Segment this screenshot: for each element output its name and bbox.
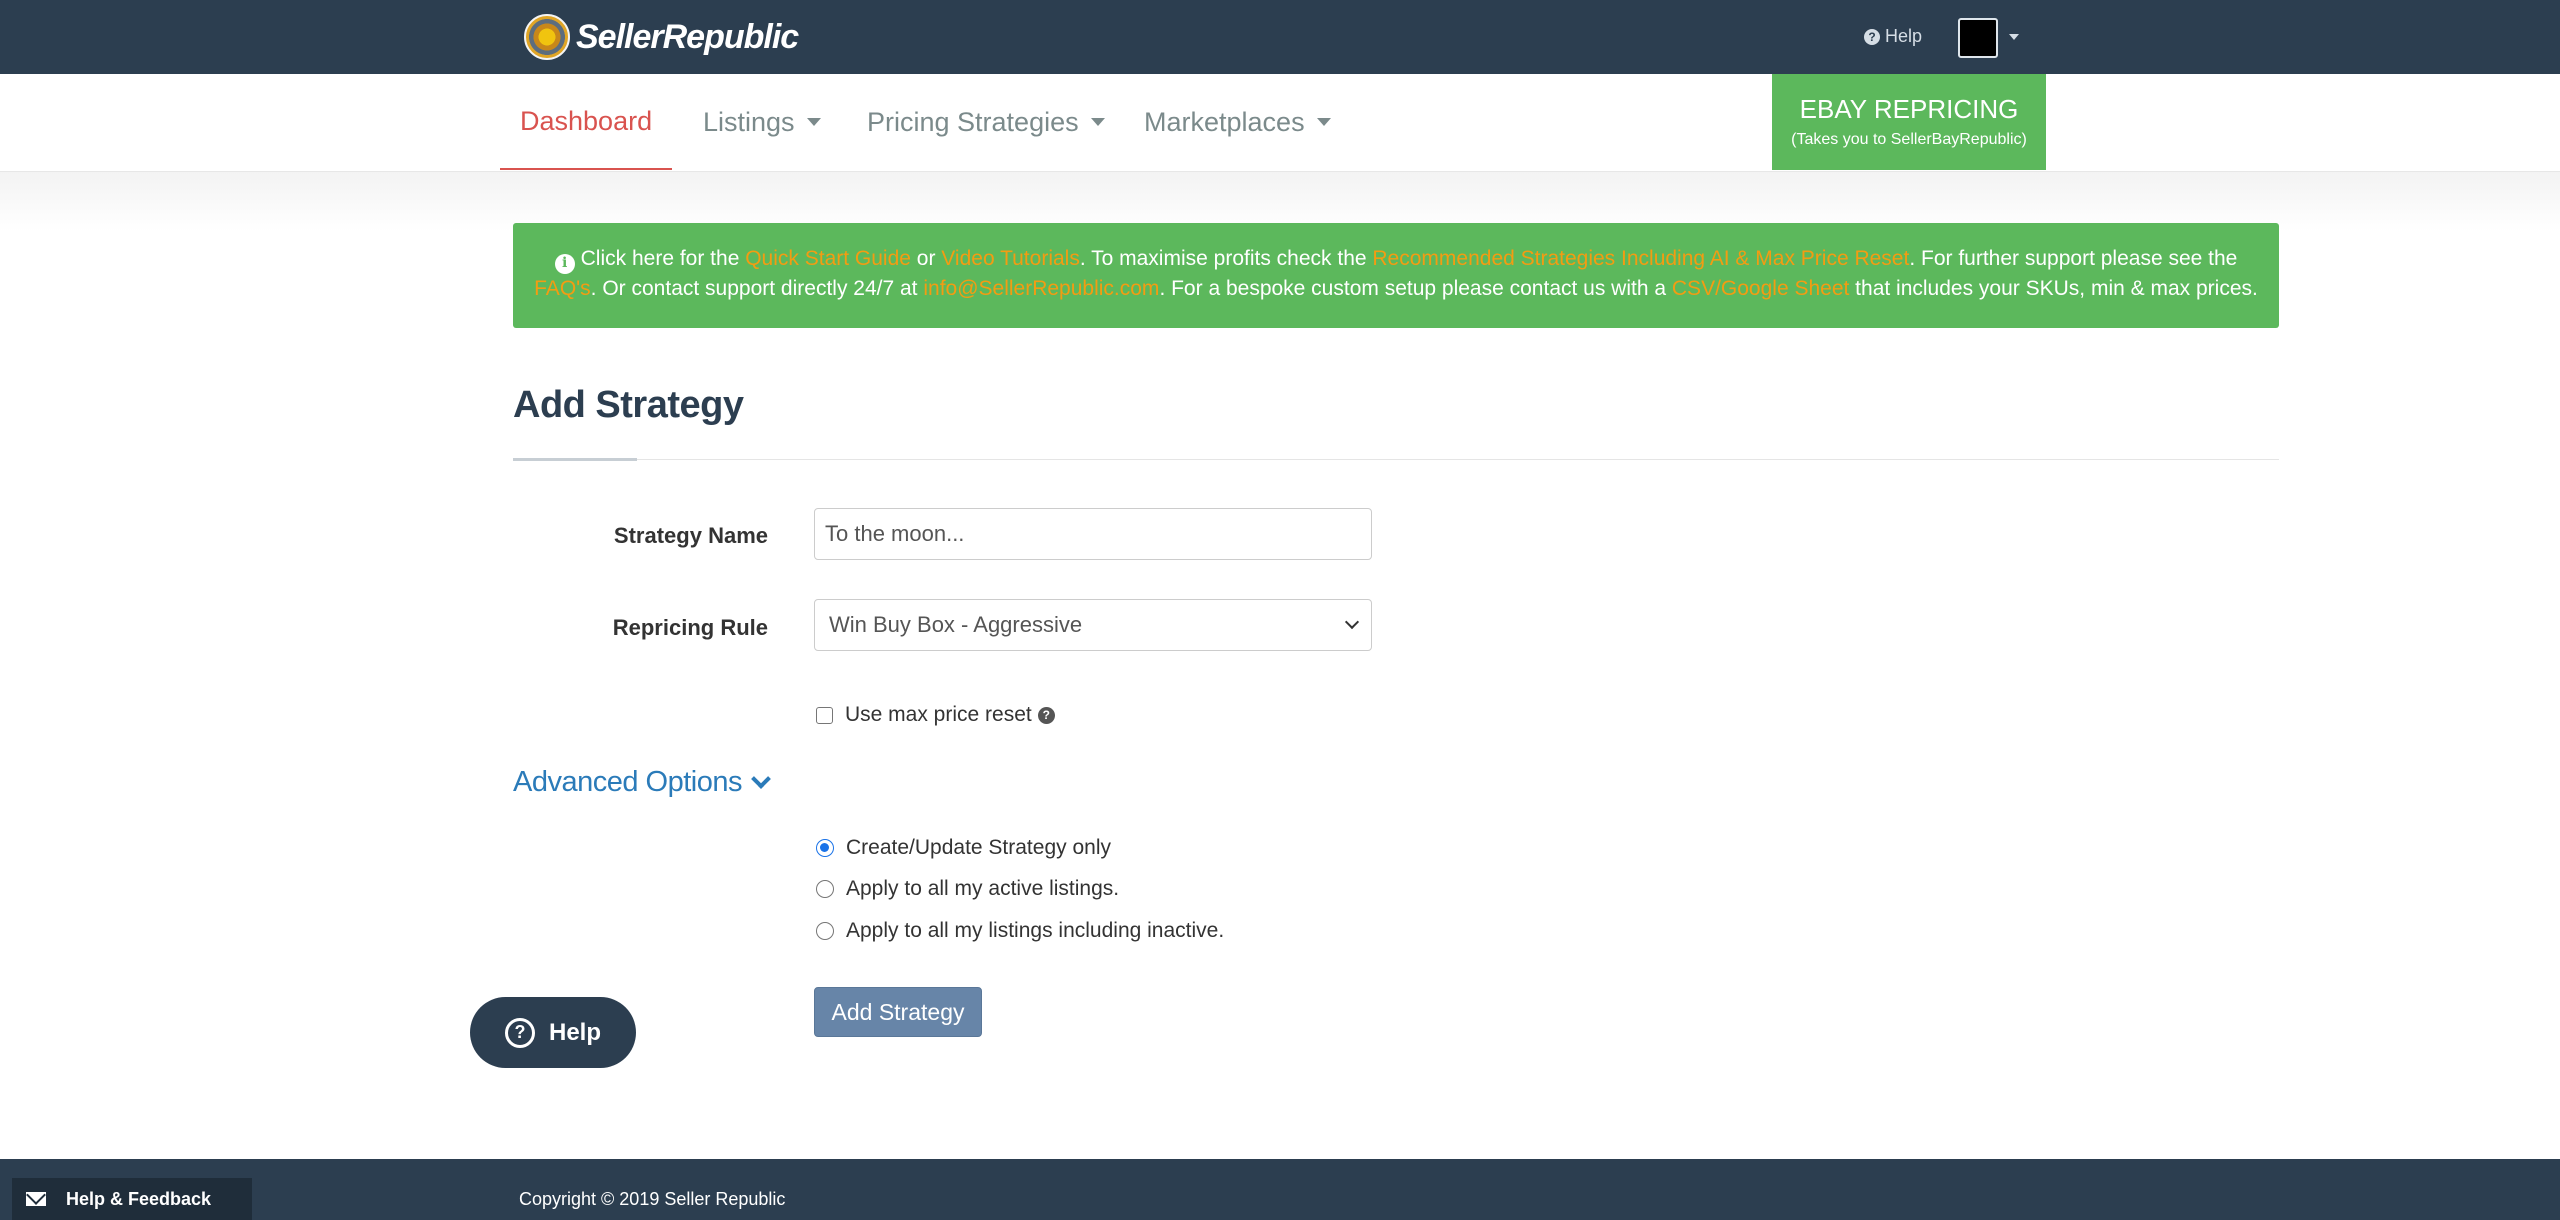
video-tutorials-link[interactable]: Video Tutorials: [941, 247, 1080, 270]
main-navigation: Dashboard Listings Pricing Strategies Ma…: [0, 74, 2560, 172]
advanced-options-label: Advanced Options: [513, 766, 742, 798]
copyright-text: Copyright © 2019 Seller Republic: [519, 1189, 786, 1209]
help-widget-label: Help: [548, 1018, 601, 1046]
title-accent: [513, 458, 637, 461]
brand-logo-icon: [524, 14, 570, 60]
help-feedback-label: Help & Feedback: [66, 1188, 212, 1209]
chevron-down-icon: [1344, 614, 1360, 630]
advanced-options-toggle[interactable]: Advanced Options: [513, 766, 771, 799]
strategy-name-input[interactable]: [814, 508, 1372, 560]
caret-down-icon[interactable]: [2009, 34, 2019, 40]
user-avatar[interactable]: [1958, 18, 1998, 58]
recommended-strategies-link[interactable]: Recommended Strategies Including AI & Ma…: [1372, 247, 1909, 270]
radio-button[interactable]: [816, 880, 834, 898]
repricing-rule-value: Win Buy Box - Aggressive: [829, 612, 1083, 637]
chevron-down-icon: [751, 768, 771, 789]
help-feedback-button[interactable]: Help & Feedback: [12, 1178, 252, 1220]
radio-button[interactable]: [816, 839, 834, 857]
page-title: Add Strategy: [513, 384, 744, 426]
alert-text-5: . Or contact support directly 24/7 at: [590, 276, 924, 300]
alert-text-1: Click here for the: [580, 247, 746, 270]
nav-dashboard[interactable]: Dashboard: [500, 74, 673, 170]
faq-link[interactable]: FAQ's: [534, 277, 591, 300]
nav-marketplaces[interactable]: Marketplaces: [1144, 74, 1331, 170]
nav-dashboard-label: Dashboard: [520, 105, 653, 136]
header-help-label: Help: [1885, 26, 1923, 46]
alert-text-3: . To maximise profits check the: [1079, 247, 1373, 270]
info-circle-icon: i: [554, 253, 575, 274]
question-circle-icon: ?: [1864, 28, 1880, 45]
top-bar: SellerRepublic ? Help: [0, 0, 2560, 74]
repricing-rule-label: Repricing Rule: [612, 615, 768, 640]
strategy-name-label: Strategy Name: [613, 523, 768, 548]
max-price-reset-label: Use max price reset: [845, 703, 1032, 726]
envelope-icon: [26, 1192, 46, 1206]
radio-label: Apply to all my listings including inact…: [846, 919, 1225, 942]
alert-text-2: or: [910, 247, 942, 270]
header-help-link[interactable]: ? Help: [1864, 26, 1922, 47]
help-widget-button[interactable]: ? Help: [470, 997, 636, 1068]
support-email-link[interactable]: info@SellerRepublic.com: [923, 277, 1159, 300]
ebay-repricing-title: EBAY REPRICING: [1799, 94, 2019, 124]
nav-pricing-strategies-label: Pricing Strategies: [867, 106, 1079, 137]
nav-listings[interactable]: Listings: [703, 74, 821, 170]
alert-text-4: . For further support please see the: [1909, 247, 2238, 270]
csv-google-sheet-link[interactable]: CSV/Google Sheet: [1672, 277, 1849, 300]
radio-label: Apply to all my active listings.: [846, 877, 1120, 900]
max-price-reset-checkbox[interactable]: [816, 706, 833, 724]
max-price-reset-option[interactable]: Use max price reset ?: [816, 703, 1055, 727]
caret-down-icon: [1090, 118, 1105, 126]
quick-start-guide-link[interactable]: Quick Start Guide: [745, 247, 911, 270]
caret-down-icon: [806, 118, 821, 126]
title-divider: [513, 459, 2279, 460]
radio-create-update-only[interactable]: Create/Update Strategy only: [816, 836, 1111, 860]
ebay-repricing-button[interactable]: EBAY REPRICING (Takes you to SellerBayRe…: [1772, 74, 2046, 170]
radio-apply-all-inactive[interactable]: Apply to all my listings including inact…: [816, 919, 1224, 943]
repricing-rule-select[interactable]: Win Buy Box - Aggressive: [814, 599, 1372, 651]
radio-button[interactable]: [816, 922, 834, 940]
add-strategy-button[interactable]: Add Strategy: [814, 987, 982, 1037]
alert-text-6: . For a bespoke custom setup please cont…: [1159, 276, 1672, 300]
radio-label: Create/Update Strategy only: [846, 836, 1111, 859]
nav-listings-label: Listings: [703, 106, 795, 137]
question-circle-icon[interactable]: ?: [1037, 706, 1055, 724]
question-circle-icon: ?: [504, 1017, 535, 1048]
info-alert: i Click here for the Quick Start Guide or…: [513, 223, 2279, 328]
brand-logo[interactable]: SellerRepublic: [524, 13, 799, 61]
radio-apply-active[interactable]: Apply to all my active listings.: [816, 877, 1119, 901]
footer: [0, 1159, 2560, 1220]
caret-down-icon: [1316, 118, 1331, 126]
nav-pricing-strategies[interactable]: Pricing Strategies: [867, 74, 1105, 170]
ebay-repricing-subtitle: (Takes you to SellerBayRepublic): [1791, 131, 2027, 148]
alert-text-7: that includes your SKUs, min & max price…: [1849, 276, 2258, 300]
brand-name: SellerRepublic: [576, 17, 799, 56]
nav-marketplaces-label: Marketplaces: [1144, 106, 1305, 137]
